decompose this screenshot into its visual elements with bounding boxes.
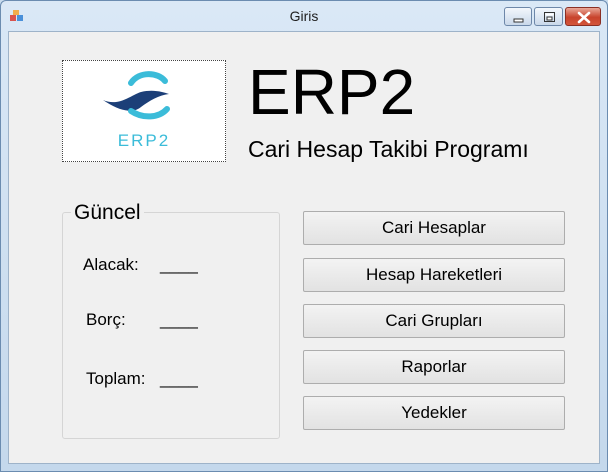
app-window: Giris ERP2 ERP2 Cari Hesap Takibi Progra… bbox=[0, 0, 608, 472]
app-title: ERP2 bbox=[248, 56, 416, 128]
total-value: ____ bbox=[160, 369, 198, 388]
close-button[interactable] bbox=[565, 7, 601, 26]
minimize-icon bbox=[513, 18, 524, 23]
form-client-area: ERP2 ERP2 Cari Hesap Takibi Programı Gün… bbox=[8, 31, 600, 464]
logo-text: ERP2 bbox=[117, 131, 171, 150]
title-bar[interactable]: Giris bbox=[1, 1, 607, 31]
debt-label: Borç: bbox=[86, 310, 126, 329]
app-subtitle: Cari Hesap Takibi Programı bbox=[248, 136, 529, 162]
receivable-value: ____ bbox=[160, 255, 198, 274]
summary-group-title: Güncel bbox=[71, 201, 144, 225]
summary-groupbox: Güncel Alacak: ____ Borç: ____ Toplam: _… bbox=[62, 201, 280, 439]
maximize-icon bbox=[544, 12, 555, 22]
total-label: Toplam: bbox=[86, 369, 146, 388]
hesap-hareketleri-button[interactable]: Hesap Hareketleri bbox=[303, 258, 565, 292]
receivable-label: Alacak: bbox=[83, 255, 139, 274]
maximize-button[interactable] bbox=[534, 7, 563, 26]
close-icon bbox=[577, 11, 591, 24]
logo-picture-box: ERP2 bbox=[62, 60, 226, 162]
yedekler-button[interactable]: Yedekler bbox=[303, 396, 565, 430]
cari-gruplari-button[interactable]: Cari Grupları bbox=[303, 304, 565, 338]
raporlar-button[interactable]: Raporlar bbox=[303, 350, 565, 384]
logo-icon bbox=[103, 71, 170, 120]
debt-value: ____ bbox=[160, 310, 198, 329]
cari-hesaplar-button[interactable]: Cari Hesaplar bbox=[303, 211, 565, 245]
minimize-button[interactable] bbox=[504, 7, 532, 26]
